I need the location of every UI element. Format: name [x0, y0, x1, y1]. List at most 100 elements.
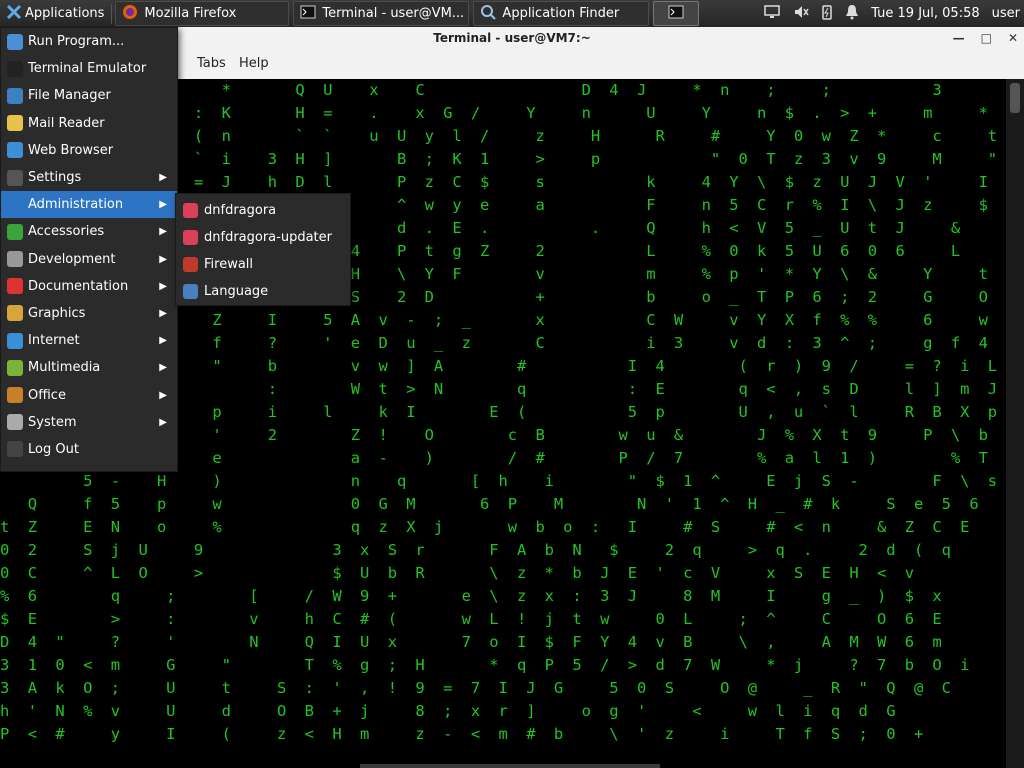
terminal-emulator-icon: [7, 60, 23, 77]
chevron-right-icon: ▶: [159, 253, 167, 265]
applications-label: Applications: [25, 6, 105, 21]
clock[interactable]: Tue 19 Jul, 05:58: [871, 6, 979, 21]
chevron-right-icon: ▶: [159, 416, 167, 428]
firewall-icon: [183, 257, 198, 272]
task-label: Application Finder: [502, 6, 620, 21]
menu-item-administration[interactable]: Administration ▶: [1, 191, 177, 219]
menu-item-internet[interactable]: Internet ▶: [1, 327, 177, 354]
menu-item-office[interactable]: Office ▶: [1, 381, 177, 408]
app-finder-icon: [480, 4, 497, 24]
volume-muted-icon[interactable]: [793, 4, 809, 24]
matrix-line: 3 A k O ; U t S : ' , ! 9 = 7 I J G 5 0 …: [0, 679, 951, 697]
submenu-item-label: Firewall: [204, 257, 254, 272]
panel-separator: [111, 3, 113, 24]
menu-item-terminal-emulator[interactable]: Terminal Emulator: [1, 55, 177, 82]
internet-icon: [7, 332, 23, 349]
matrix-line: P < # y I ( z < H m z - < m # b \ ' z i …: [0, 725, 924, 743]
menu-item-label: Administration: [28, 197, 124, 213]
menu-item-label: Office: [28, 387, 66, 403]
menu-item-label: Internet: [28, 333, 80, 349]
battery-icon[interactable]: [821, 4, 833, 24]
submenu-item-dnfdragora-updater[interactable]: dnfdragora-updater: [176, 224, 350, 251]
office-icon: [7, 387, 23, 404]
terminal-icon: [668, 4, 684, 24]
show-desktop-button[interactable]: [653, 1, 700, 26]
administration-submenu: dnfdragora dnfdragora-updater Firewall Lang…: [175, 193, 351, 306]
maximize-icon[interactable]: □: [981, 27, 992, 49]
matrix-line: 5 - H ) n q [ h i " $ 1 ^ E j S - F \ s: [83, 472, 998, 490]
top-panel: Applications Mozilla Firefox Terminal - …: [0, 0, 1024, 28]
window-title: Terminal - user@VM7:~: [433, 31, 591, 45]
chevron-right-icon: ▶: [159, 335, 167, 347]
submenu-item-dnfdragora[interactable]: dnfdragora: [176, 197, 350, 224]
language-icon: [183, 284, 198, 299]
menu-item-label: Documentation: [28, 278, 129, 294]
development-icon: [7, 251, 23, 268]
applications-menu: Run Program... Terminal Emulator File Mana…: [0, 27, 178, 472]
menu-item-label: File Manager: [28, 88, 111, 104]
menu-item-log-out[interactable]: Log Out: [1, 436, 177, 463]
horizontal-scroll-indicator: [360, 764, 660, 768]
network-icon[interactable]: [763, 4, 781, 24]
user-name[interactable]: user: [992, 6, 1020, 21]
menu-item-label: Log Out: [28, 441, 79, 457]
submenu-item-language[interactable]: Language: [176, 278, 350, 305]
menu-tabs[interactable]: Tabs: [197, 56, 226, 71]
menu-item-run-program[interactable]: Run Program...: [1, 28, 177, 55]
menu-item-documentation[interactable]: Documentation ▶: [1, 273, 177, 300]
mail-reader-icon: [7, 115, 23, 132]
task-label: Mozilla Firefox: [144, 6, 237, 21]
menu-item-settings[interactable]: Settings ▶: [1, 164, 177, 191]
chevron-right-icon: ▶: [159, 172, 167, 184]
settings-icon: [7, 169, 23, 186]
matrix-line: % 6 q ; [ / W 9 + e \ z x : 3 J 8 M I g …: [0, 587, 942, 605]
applications-menu-button[interactable]: Applications: [2, 2, 108, 25]
matrix-line: Q f 5 p w 0 G M 6 P M N ' 1 ^ H _ # k S …: [27, 495, 979, 513]
menu-item-web-browser[interactable]: Web Browser: [1, 137, 177, 164]
task-firefox[interactable]: Mozilla Firefox: [115, 1, 290, 26]
terminal-icon: [300, 4, 316, 24]
menu-item-label: Accessories: [28, 224, 105, 240]
menu-item-label: Development: [28, 251, 116, 267]
dnfdragora-icon: [183, 203, 198, 218]
menu-item-mail-reader[interactable]: Mail Reader: [1, 110, 177, 137]
close-icon[interactable]: ✕: [1008, 27, 1018, 49]
menu-item-label: Run Program...: [28, 34, 125, 50]
submenu-item-label: dnfdragora: [204, 203, 277, 218]
multimedia-icon: [7, 359, 23, 376]
scrollbar-thumb[interactable]: [1010, 83, 1020, 113]
matrix-line: $ E > : v h C # ( w L ! j t w 0 L ; ^ C …: [0, 610, 942, 628]
task-app-finder[interactable]: Application Finder: [473, 1, 650, 26]
menu-item-label: System: [28, 414, 77, 430]
matrix-line: 0 2 S j U 9 3 x S r F A b N $ 2 q > q . …: [0, 541, 951, 559]
window-controls: — □ ✕: [953, 27, 1018, 49]
chevron-right-icon: ▶: [159, 280, 167, 292]
task-terminal[interactable]: Terminal - user@VM...: [293, 1, 470, 26]
matrix-line: 0 C ^ L O > $ U b R \ z * b J E ' c V x …: [0, 564, 914, 582]
chevron-right-icon: ▶: [159, 226, 167, 238]
system-icon: [7, 414, 23, 431]
matrix-line: t Z E N o % q z X j w b o : I # S # < n …: [0, 518, 970, 536]
menu-item-label: Settings: [28, 170, 82, 186]
notification-bell-icon[interactable]: [845, 4, 859, 24]
menu-item-graphics[interactable]: Graphics ▶: [1, 300, 177, 327]
terminal-scrollbar[interactable]: [1006, 79, 1024, 768]
menu-item-label: Graphics: [28, 305, 86, 321]
menu-help[interactable]: Help: [239, 56, 269, 71]
menu-item-development[interactable]: Development ▶: [1, 246, 177, 273]
minimize-icon[interactable]: —: [953, 27, 965, 49]
submenu-item-firewall[interactable]: Firewall: [176, 251, 350, 278]
matrix-line: 3 1 0 < m G " T % g ; H * q P 5 / > d 7 …: [0, 656, 970, 674]
menu-item-file-manager[interactable]: File Manager: [1, 82, 177, 109]
chevron-right-icon: ▶: [159, 307, 167, 319]
menu-item-label: Terminal Emulator: [28, 61, 147, 77]
menu-item-accessories[interactable]: Accessories ▶: [1, 218, 177, 245]
menu-item-label: Web Browser: [28, 142, 114, 158]
menu-item-system[interactable]: System ▶: [1, 409, 177, 436]
menu-item-multimedia[interactable]: Multimedia ▶: [1, 354, 177, 381]
dnfdragora-updater-icon: [183, 230, 198, 245]
menu-item-label: Mail Reader: [28, 115, 105, 131]
task-label: Terminal - user@VM...: [322, 6, 465, 21]
accessories-icon: [7, 223, 23, 240]
xfce-logo-icon: [6, 4, 22, 24]
